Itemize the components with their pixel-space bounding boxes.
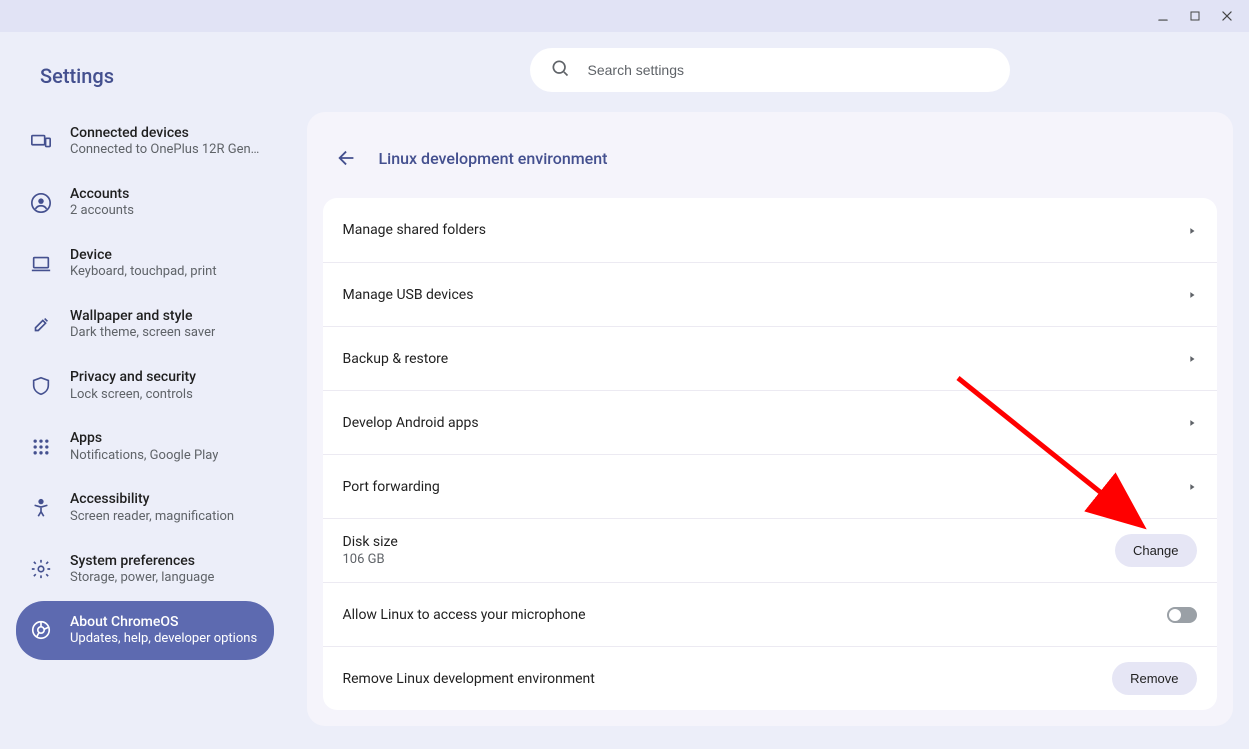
sidebar-item-sub: Updates, help, developer options: [70, 631, 257, 648]
row-manage-usb-devices[interactable]: Manage USB devices: [323, 262, 1217, 326]
settings-panel: Linux development environment Manage sha…: [307, 112, 1233, 726]
chevron-right-icon: [1187, 221, 1197, 240]
chevron-right-icon: [1187, 349, 1197, 368]
sidebar-item-label: Wallpaper and style: [70, 307, 215, 325]
app-title: Settings: [16, 48, 274, 112]
sidebar-item-about[interactable]: About ChromeOS Updates, help, developer …: [16, 601, 274, 660]
sidebar-item-system[interactable]: System preferences Storage, power, langu…: [16, 540, 274, 599]
row-label: Remove Linux development environment: [343, 671, 595, 687]
main-area: Linux development environment Manage sha…: [290, 32, 1249, 749]
brush-icon: [30, 314, 52, 336]
row-label: Manage shared folders: [343, 222, 486, 238]
sidebar-item-accessibility[interactable]: Accessibility Screen reader, magnificati…: [16, 478, 274, 537]
sidebar-item-label: Privacy and security: [70, 368, 196, 386]
sidebar: Settings Connected devices Connected to …: [0, 32, 290, 749]
row-backup-restore[interactable]: Backup & restore: [323, 326, 1217, 390]
sidebar-item-sub: Dark theme, screen saver: [70, 325, 215, 342]
sidebar-item-sub: Notifications, Google Play: [70, 448, 218, 465]
row-sub: 106 GB: [343, 552, 398, 567]
row-disk-size: Disk size 106 GB Change: [323, 518, 1217, 582]
row-label: Disk size: [343, 534, 398, 550]
sidebar-item-label: Accounts: [70, 185, 134, 203]
laptop-icon: [30, 253, 52, 275]
change-button[interactable]: Change: [1115, 534, 1197, 567]
search-bar[interactable]: [530, 48, 1010, 92]
sidebar-item-label: System preferences: [70, 552, 214, 570]
sidebar-item-sub: Lock screen, controls: [70, 387, 196, 404]
remove-button[interactable]: Remove: [1112, 662, 1196, 695]
sidebar-item-label: About ChromeOS: [70, 613, 257, 631]
microphone-toggle[interactable]: [1167, 607, 1197, 623]
sidebar-item-wallpaper[interactable]: Wallpaper and style Dark theme, screen s…: [16, 295, 274, 354]
shield-icon: [30, 375, 52, 397]
sidebar-item-apps[interactable]: Apps Notifications, Google Play: [16, 417, 274, 476]
accessibility-icon: [30, 497, 52, 519]
sidebar-item-privacy[interactable]: Privacy and security Lock screen, contro…: [16, 356, 274, 415]
row-label: Manage USB devices: [343, 287, 474, 303]
sidebar-item-label: Connected devices: [70, 124, 260, 142]
chevron-right-icon: [1187, 477, 1197, 496]
row-label: Port forwarding: [343, 479, 440, 495]
sidebar-item-accounts[interactable]: Accounts 2 accounts: [16, 173, 274, 232]
apps-grid-icon: [30, 436, 52, 458]
sidebar-item-label: Apps: [70, 429, 218, 447]
row-remove-linux: Remove Linux development environment Rem…: [323, 646, 1217, 710]
row-label: Backup & restore: [343, 351, 449, 367]
search-input[interactable]: [588, 62, 990, 78]
row-allow-microphone: Allow Linux to access your microphone: [323, 582, 1217, 646]
window-maximize-button[interactable]: [1181, 2, 1209, 30]
sidebar-item-sub: Connected to OnePlus 12R Gens…: [70, 142, 260, 159]
chevron-right-icon: [1187, 413, 1197, 432]
row-label: Allow Linux to access your microphone: [343, 607, 586, 623]
account-icon: [30, 192, 52, 214]
window-close-button[interactable]: [1213, 2, 1241, 30]
sidebar-nav: Connected devices Connected to OnePlus 1…: [16, 112, 274, 660]
chevron-right-icon: [1187, 285, 1197, 304]
sidebar-item-sub: Storage, power, language: [70, 570, 214, 587]
settings-card: Manage shared folders Manage USB devices…: [323, 198, 1217, 710]
devices-icon: [30, 131, 52, 153]
sidebar-item-label: Accessibility: [70, 490, 234, 508]
sidebar-item-device[interactable]: Device Keyboard, touchpad, print: [16, 234, 274, 293]
row-develop-android-apps[interactable]: Develop Android apps: [323, 390, 1217, 454]
sidebar-item-sub: Screen reader, magnification: [70, 509, 234, 526]
row-manage-shared-folders[interactable]: Manage shared folders: [323, 198, 1217, 262]
sidebar-item-connected-devices[interactable]: Connected devices Connected to OnePlus 1…: [16, 112, 274, 171]
search-icon: [550, 58, 570, 82]
panel-title: Linux development environment: [379, 149, 608, 168]
gear-icon: [30, 558, 52, 580]
row-label: Develop Android apps: [343, 415, 479, 431]
window-minimize-button[interactable]: [1149, 2, 1177, 30]
sidebar-item-sub: 2 accounts: [70, 203, 134, 220]
row-port-forwarding[interactable]: Port forwarding: [323, 454, 1217, 518]
back-button[interactable]: [331, 142, 363, 174]
sidebar-item-sub: Keyboard, touchpad, print: [70, 264, 217, 281]
window-titlebar: [0, 0, 1249, 32]
sidebar-item-label: Device: [70, 246, 217, 264]
chrome-icon: [30, 619, 52, 641]
